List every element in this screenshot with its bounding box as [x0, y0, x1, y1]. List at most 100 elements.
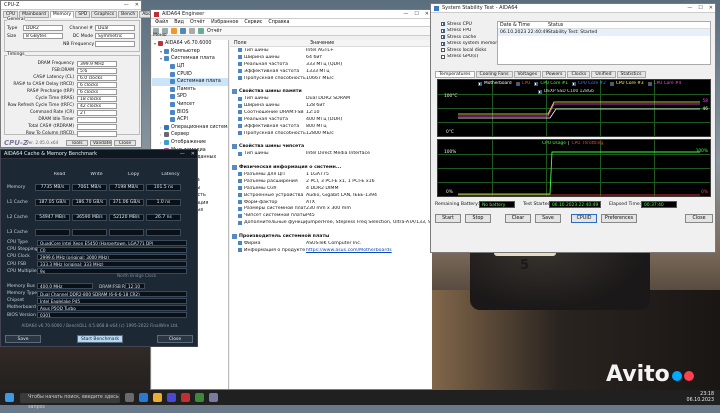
edge-icon[interactable] — [139, 393, 148, 402]
aida64-title-bar[interactable]: AIDA64 Engineer — ☐ ✕ — [151, 10, 431, 19]
stability-title-bar[interactable]: System Stability Test - AIDA64 — ☐ ✕ — [431, 4, 715, 13]
benchmark-title-bar[interactable]: AIDA64 Cache & Memory Benchmark — ✕ — [1, 150, 197, 159]
field-icon — [238, 69, 242, 74]
nav-item[interactable]: ЦП — [152, 63, 228, 71]
maximize-icon[interactable]: ☐ — [414, 11, 418, 17]
detail-value: ASUSTeK Computer Inc. — [306, 240, 362, 246]
detail-field: Разъёмы расширения — [230, 179, 306, 184]
cpuz-title-bar[interactable]: CPU-Z — ✕ — [1, 1, 141, 10]
stress-checkbox[interactable] — [441, 41, 445, 46]
stability-tab[interactable]: Statistics — [616, 71, 646, 78]
graph-icon[interactable] — [198, 28, 204, 34]
detail-link[interactable]: https://www.asus.com/Motherboards — [306, 248, 392, 253]
field-icon — [238, 131, 242, 136]
stability-tab[interactable]: Powers — [542, 71, 567, 78]
nav-item[interactable]: ▾ Системная плата — [152, 55, 228, 63]
cpuid-button[interactable]: CPUID — [571, 214, 597, 223]
menu-item[interactable]: Отчёт — [190, 20, 205, 25]
field-icon — [238, 179, 242, 184]
aida64-taskbar-icon[interactable] — [181, 393, 190, 402]
stability-clear-button[interactable]: Clear — [505, 214, 531, 223]
detail-value[interactable]: https://www.asus.com/Motherboards — [306, 248, 432, 253]
store-icon[interactable] — [167, 393, 176, 402]
nav-item[interactable]: Чипсет — [152, 101, 228, 109]
nav-item[interactable]: ACPI — [152, 116, 228, 124]
bench-result-cell — [72, 229, 107, 236]
maximize-icon[interactable]: ☐ — [698, 5, 702, 11]
up-icon[interactable] — [171, 28, 177, 34]
minimize-icon[interactable]: — — [180, 151, 185, 157]
preferences-button[interactable]: Preferences — [601, 214, 637, 223]
nav-item[interactable]: › Операционная система — [152, 124, 228, 132]
detail-section-header: Свойства шины памяти — [230, 88, 432, 95]
close-icon[interactable]: ✕ — [709, 5, 713, 11]
stability-tab[interactable]: Voltages — [513, 71, 542, 78]
nav-item[interactable]: › Сервер — [152, 131, 228, 139]
stress-checkbox[interactable] — [441, 48, 445, 53]
nav-item[interactable]: ▾ Компьютер — [152, 48, 228, 56]
report-button[interactable]: Отчёт — [207, 29, 222, 34]
task-view-icon[interactable] — [125, 393, 134, 402]
nav-item[interactable]: BIOS — [152, 108, 228, 116]
detail-field: Фирма — [230, 241, 306, 246]
taskbar-clock[interactable]: 23:18 06.10.2023 — [687, 392, 714, 403]
cpuz-validate-button[interactable]: Validate — [90, 140, 112, 146]
cpuz-tab-graphics[interactable]: Graphics — [91, 11, 118, 18]
close-icon[interactable]: ✕ — [135, 2, 139, 8]
cpuz-taskbar-icon[interactable] — [209, 393, 218, 402]
detail-field: Ширина шины — [230, 103, 306, 108]
stability-tab[interactable]: Clocks — [567, 71, 591, 78]
stability-start-button[interactable]: Start — [435, 214, 461, 223]
stress-checkbox[interactable] — [441, 22, 445, 27]
menu-item[interactable]: Вид — [174, 20, 184, 25]
stability-stop-button[interactable]: Stop — [465, 214, 491, 223]
refresh-icon[interactable] — [180, 28, 186, 34]
cpuz-close-button[interactable]: Close — [114, 140, 136, 146]
cpuz-tab-memory[interactable]: Memory — [49, 11, 75, 18]
app-taskbar-icon[interactable] — [195, 393, 204, 402]
cpuz-tab-spd[interactable]: SPD — [75, 11, 91, 18]
menu-item[interactable]: Справка — [268, 20, 289, 25]
nav-item[interactable]: CPUID — [152, 70, 228, 78]
detail-field: Форм-фактор — [230, 200, 306, 205]
file-explorer-icon[interactable] — [153, 393, 162, 402]
menu-item[interactable]: Файл — [155, 20, 168, 25]
nav-item[interactable]: SPD — [152, 93, 228, 101]
bench-info-value: Asus P5QD Turbo — [37, 304, 187, 311]
stress-checkbox[interactable] — [441, 54, 445, 59]
stability-tab[interactable]: Unified — [591, 71, 616, 78]
detail-field-label: Реальная частота — [244, 61, 289, 67]
detail-row: Встроенные устройства Audio, Gigabit LAN,… — [230, 192, 432, 199]
minimize-icon[interactable]: — — [403, 11, 408, 17]
close-icon[interactable]: ✕ — [425, 11, 429, 17]
benchmark-close-button[interactable]: Close — [157, 335, 193, 343]
taskbar-search-box[interactable]: Чтобы начать поиск, введите здесь запрос — [20, 392, 120, 410]
stability-save-button[interactable]: Save — [535, 214, 561, 223]
cpuz-tools-button[interactable]: Tools — [66, 140, 88, 146]
minimize-icon[interactable]: — — [687, 5, 692, 11]
close-icon[interactable]: ✕ — [191, 151, 195, 157]
menu-item[interactable]: Сервис — [244, 20, 262, 25]
menu-item[interactable]: Избранное — [211, 20, 238, 25]
bench-result-cell: 186.70 GB/s — [72, 199, 107, 206]
stress-option[interactable]: Stress system memory — [441, 41, 500, 48]
user-icon[interactable] — [189, 28, 195, 34]
timing-row: RAS# to CAS# Delay (tRCD) 6 clocks — [7, 81, 117, 88]
nav-item[interactable]: ▾ AIDA64 v6.70.6000 — [152, 40, 228, 48]
bench-row-label: L3 Cache — [7, 230, 28, 235]
start-benchmark-button[interactable]: Start Benchmark — [77, 335, 123, 343]
stress-checkbox[interactable] — [441, 35, 445, 40]
nav-item[interactable]: Системная плата — [152, 77, 228, 86]
benchmark-save-button[interactable]: Save — [5, 335, 41, 343]
minimize-icon[interactable]: — — [124, 2, 129, 8]
nav-item[interactable]: Память — [152, 86, 228, 94]
stability-tab[interactable]: Temperatures — [435, 71, 475, 78]
stability-close-button[interactable]: Close — [685, 214, 713, 223]
stress-option[interactable]: Stress GPU(s) — [441, 54, 500, 61]
start-windows-icon[interactable] — [5, 393, 14, 402]
cpuz-tab-bench[interactable]: Bench — [118, 11, 139, 18]
nav-item[interactable]: › Отображение — [152, 139, 228, 147]
stability-tab[interactable]: Cooling Fans — [475, 71, 513, 78]
stress-checkbox[interactable] — [441, 28, 445, 33]
remaining-battery-value: No battery — [479, 201, 515, 208]
